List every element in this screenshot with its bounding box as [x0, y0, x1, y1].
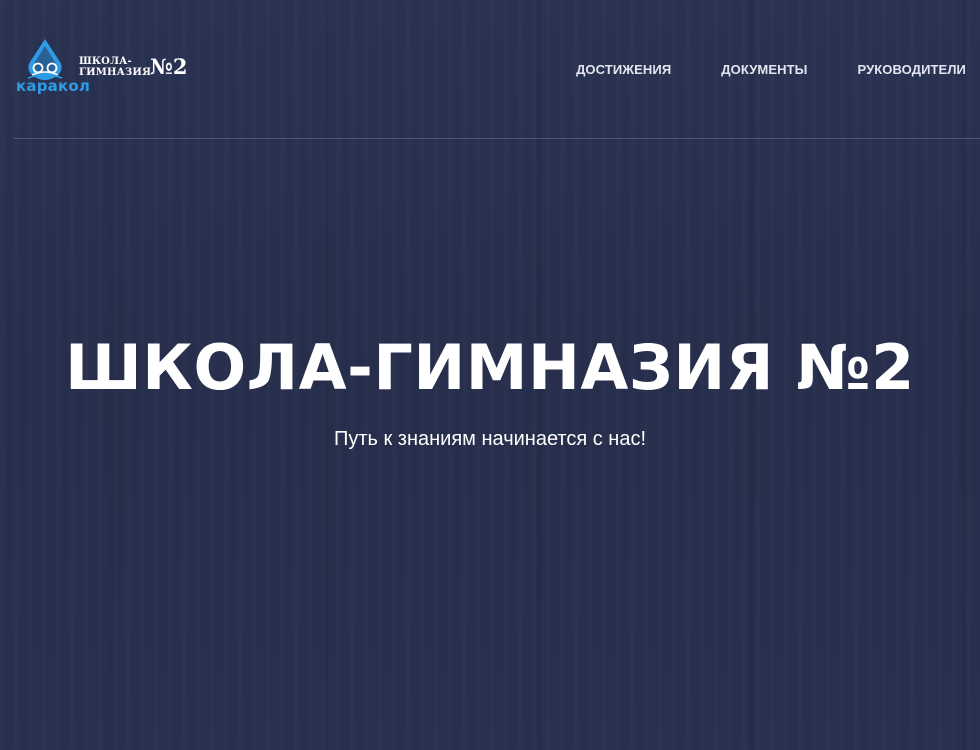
site-header: каракол ШКОЛА- ГИМНАЗИЯ №2 ДОСТИЖЕНИЯ ДО…	[0, 0, 980, 139]
hero-subtitle: Путь к знаниям начинается с нас!	[333, 428, 647, 450]
logo-brand-text: каракол	[16, 77, 91, 95]
main-nav: ДОСТИЖЕНИЯ ДОКУМЕНТЫ РУКОВОДИТЕЛИ	[576, 62, 966, 77]
nav-link-leaders[interactable]: РУКОВОДИТЕЛИ	[857, 62, 966, 77]
logo-school-name: ШКОЛА- ГИМНАЗИЯ	[79, 56, 151, 78]
nav-link-documents[interactable]: ДОКУМЕНТЫ	[721, 62, 807, 77]
header-divider	[14, 138, 980, 139]
site-logo[interactable]: каракол ШКОЛА- ГИМНАЗИЯ №2	[16, 38, 206, 98]
logo-school-number: №2	[150, 54, 188, 79]
logo-name-line1: ШКОЛА-	[79, 56, 132, 67]
logo-name-line2: ГИМНАЗИЯ	[79, 67, 152, 78]
hero-title: ШКОЛА-ГИМНАЗИЯ №2	[65, 331, 915, 404]
karakol-droplet-logo-icon	[24, 38, 66, 82]
nav-link-achievements[interactable]: ДОСТИЖЕНИЯ	[576, 62, 671, 77]
hero-section: ШКОЛА-ГИМНАЗИЯ №2 Путь к знаниям начинае…	[0, 330, 980, 451]
